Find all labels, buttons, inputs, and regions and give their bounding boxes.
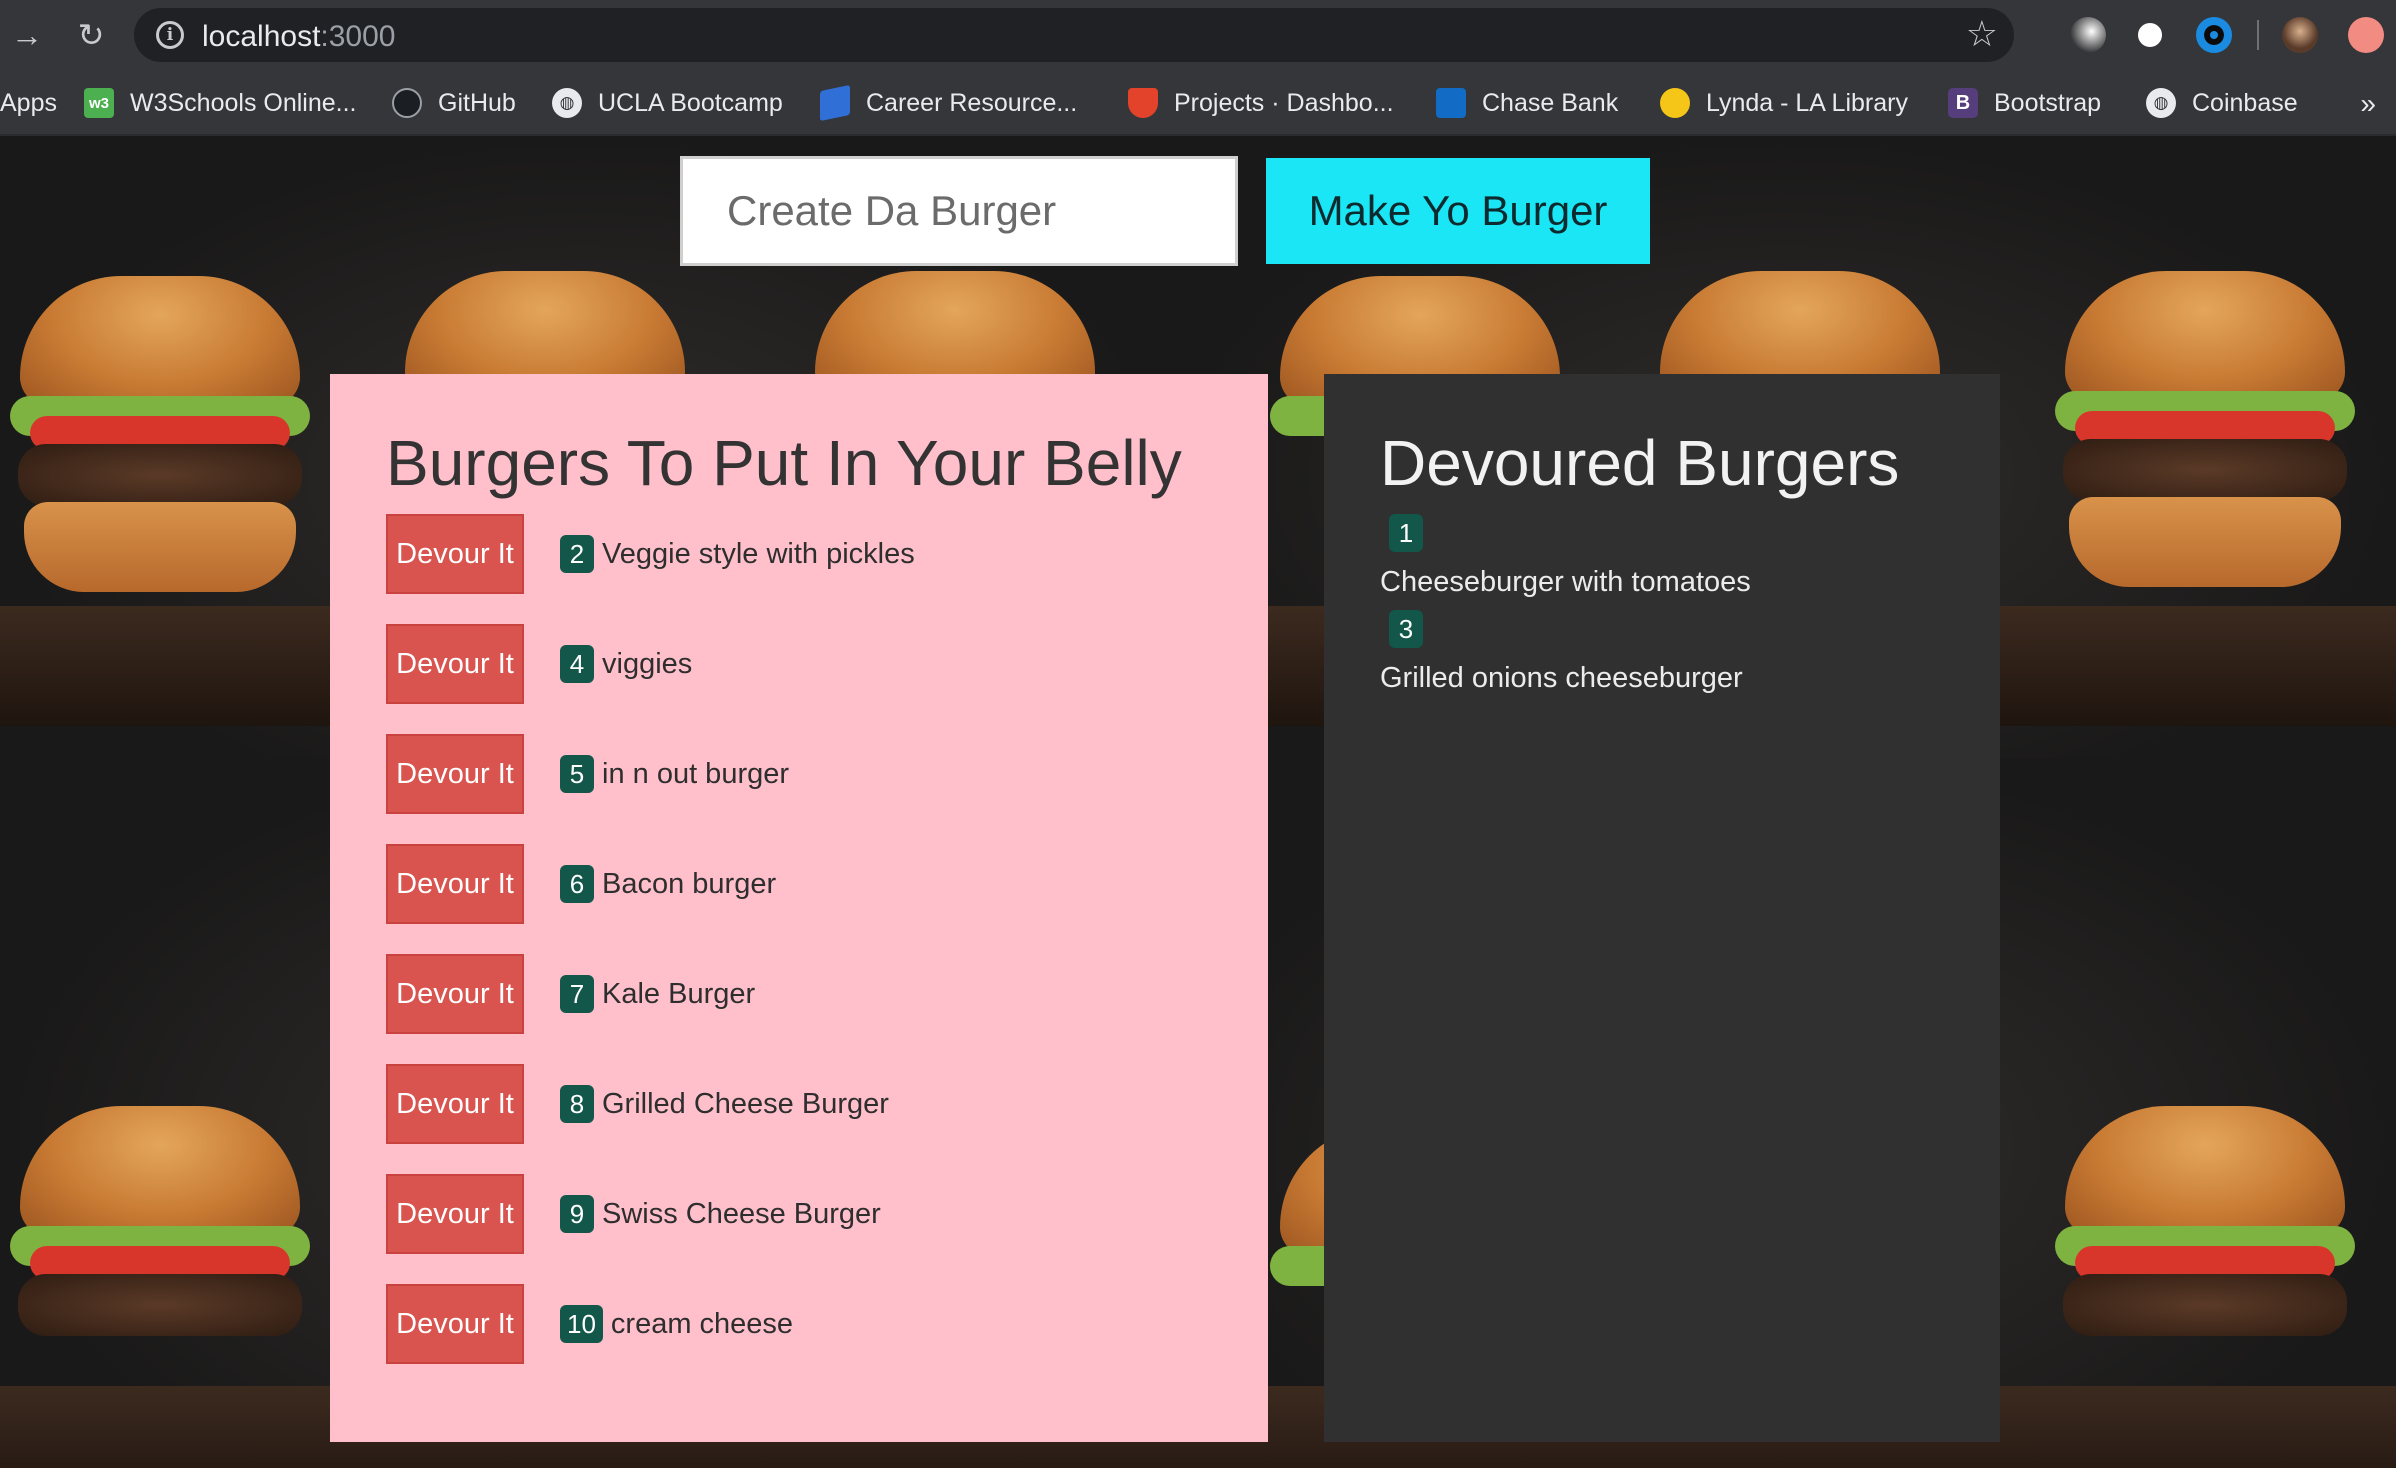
list-item: Devour It 5 in n out burger (386, 734, 789, 814)
list-item: Devour It 9 Swiss Cheese Burger (386, 1174, 881, 1254)
list-item: Devour It 2 Veggie style with pickles (386, 514, 915, 594)
forward-arrow-icon[interactable]: → (6, 14, 48, 56)
list-item: Devour It 10 cream cheese (386, 1284, 793, 1364)
devoured-burger-name: Grilled onions cheeseburger (1380, 662, 1743, 694)
career-icon (820, 84, 850, 122)
devoured-burger-name: Cheeseburger with tomatoes (1380, 566, 1751, 598)
bookmark-label: W3Schools Online... (130, 88, 357, 117)
chase-icon (1436, 88, 1466, 118)
extension-icon[interactable] (2132, 17, 2168, 53)
bookmark-label: GitHub (438, 88, 516, 117)
uneaten-burgers-panel: Burgers To Put In Your Belly Devour It 2… (330, 374, 1268, 1442)
github-icon (392, 88, 422, 118)
bookmark-w3schools[interactable]: w3 W3Schools Online... (84, 82, 357, 124)
burger-id-badge: 1 (1389, 514, 1423, 552)
list-item: Devour It 8 Grilled Cheese Burger (386, 1064, 889, 1144)
bookmark-bootstrap[interactable]: B Bootstrap (1948, 82, 2101, 124)
devour-button[interactable]: Devour It (386, 1284, 524, 1364)
bookmark-lynda[interactable]: Lynda - LA Library (1660, 82, 1908, 124)
devour-button[interactable]: Devour It (386, 1064, 524, 1144)
burger-name: Grilled Cheese Burger (602, 1087, 889, 1120)
bookmark-label: Lynda - LA Library (1706, 88, 1908, 117)
bookmark-label: Bootstrap (1994, 88, 2102, 117)
bookmarks-bar: Apps w3 W3Schools Online... GitHub ◍ UCL… (0, 70, 2396, 136)
bookmark-projects-dashboard[interactable]: Projects · Dashbo... (1128, 82, 1394, 124)
burger-image (10, 276, 310, 606)
burger-id-badge: 6 (560, 865, 594, 903)
burger-id-badge: 7 (560, 975, 594, 1013)
profile-avatar[interactable] (2282, 17, 2318, 53)
burger-image (2055, 1106, 2355, 1436)
burger-image (2055, 271, 2355, 601)
bookmark-career-resource[interactable]: Career Resource... (820, 82, 1077, 124)
devour-button[interactable]: Devour It (386, 734, 524, 814)
devour-button[interactable]: Devour It (386, 954, 524, 1034)
browser-toolbar: → ↻ i localhost:3000 ☆ (0, 0, 2396, 70)
toolbar-divider (2257, 20, 2259, 50)
burger-image (10, 1106, 310, 1436)
burger-name: Bacon burger (602, 867, 777, 900)
list-item: Devour It 7 Kale Burger (386, 954, 755, 1034)
bookmark-label: Projects · Dashbo... (1174, 88, 1394, 117)
burger-id-badge: 5 (560, 755, 594, 793)
devour-button[interactable]: Devour It (386, 514, 524, 594)
burger-name: Swiss Cheese Burger (602, 1197, 881, 1230)
burger-id-badge: 2 (560, 535, 594, 573)
bookmark-ucla-bootcamp[interactable]: ◍ UCLA Bootcamp (552, 82, 783, 124)
info-icon[interactable]: i (156, 21, 184, 49)
burger-id-badge: 9 (560, 1195, 594, 1233)
extension-icon[interactable] (2196, 17, 2232, 53)
bookmark-label: Chase Bank (1482, 88, 1619, 117)
extension-icon[interactable] (2070, 17, 2106, 53)
more-bookmarks-chevron-icon[interactable]: » (2360, 88, 2376, 120)
burger-id-badge: 3 (1389, 610, 1423, 648)
burger-name: Kale Burger (602, 977, 756, 1010)
bookmark-github[interactable]: GitHub (392, 82, 516, 124)
bookmark-label: Apps (0, 88, 57, 117)
devoured-burgers-panel: Devoured Burgers 1 Cheeseburger with tom… (1324, 374, 2000, 1442)
bookmark-label: Career Resource... (866, 88, 1078, 117)
update-icon[interactable] (2348, 17, 2384, 53)
lynda-icon (1660, 88, 1690, 118)
bookmark-star-icon[interactable]: ☆ (1966, 13, 1998, 55)
devour-button[interactable]: Devour It (386, 1174, 524, 1254)
burger-name-input[interactable]: Create Da Burger (680, 156, 1238, 266)
burger-id-badge: 8 (560, 1085, 594, 1123)
burger-name: viggies (602, 647, 693, 680)
make-burger-button[interactable]: Make Yo Burger (1266, 158, 1650, 264)
list-item: Devour It 4 viggies (386, 624, 692, 704)
uneaten-panel-title: Burgers To Put In Your Belly (386, 427, 1182, 499)
bookmark-apps[interactable]: Apps (0, 82, 57, 124)
devour-button[interactable]: Devour It (386, 844, 524, 924)
gitlab-icon (1128, 88, 1158, 118)
bookmark-chase-bank[interactable]: Chase Bank (1436, 82, 1618, 124)
globe-icon: ◍ (2146, 88, 2176, 118)
burger-id-badge: 10 (560, 1305, 603, 1343)
url-host: localhost (202, 20, 321, 53)
devoured-panel-title: Devoured Burgers (1380, 427, 1900, 499)
list-item: Devour It 6 Bacon burger (386, 844, 776, 924)
reload-icon[interactable]: ↻ (70, 14, 112, 56)
burger-id-badge: 4 (560, 645, 594, 683)
burger-name: Veggie style with pickles (602, 537, 915, 570)
bookmark-coinbase[interactable]: ◍ Coinbase (2146, 82, 2298, 124)
burger-name: cream cheese (610, 1307, 794, 1340)
bootstrap-icon: B (1948, 88, 1978, 118)
globe-icon: ◍ (552, 88, 582, 118)
w3schools-icon: w3 (84, 88, 114, 118)
bookmark-label: UCLA Bootcamp (598, 88, 783, 117)
burger-name: in n out burger (602, 757, 790, 790)
address-bar[interactable]: i localhost:3000 ☆ (134, 8, 2014, 62)
bookmark-label: Coinbase (2192, 88, 2298, 117)
url-port: :3000 (320, 20, 396, 53)
devour-button[interactable]: Devour It (386, 624, 524, 704)
url-text[interactable]: localhost:3000 (202, 20, 395, 54)
